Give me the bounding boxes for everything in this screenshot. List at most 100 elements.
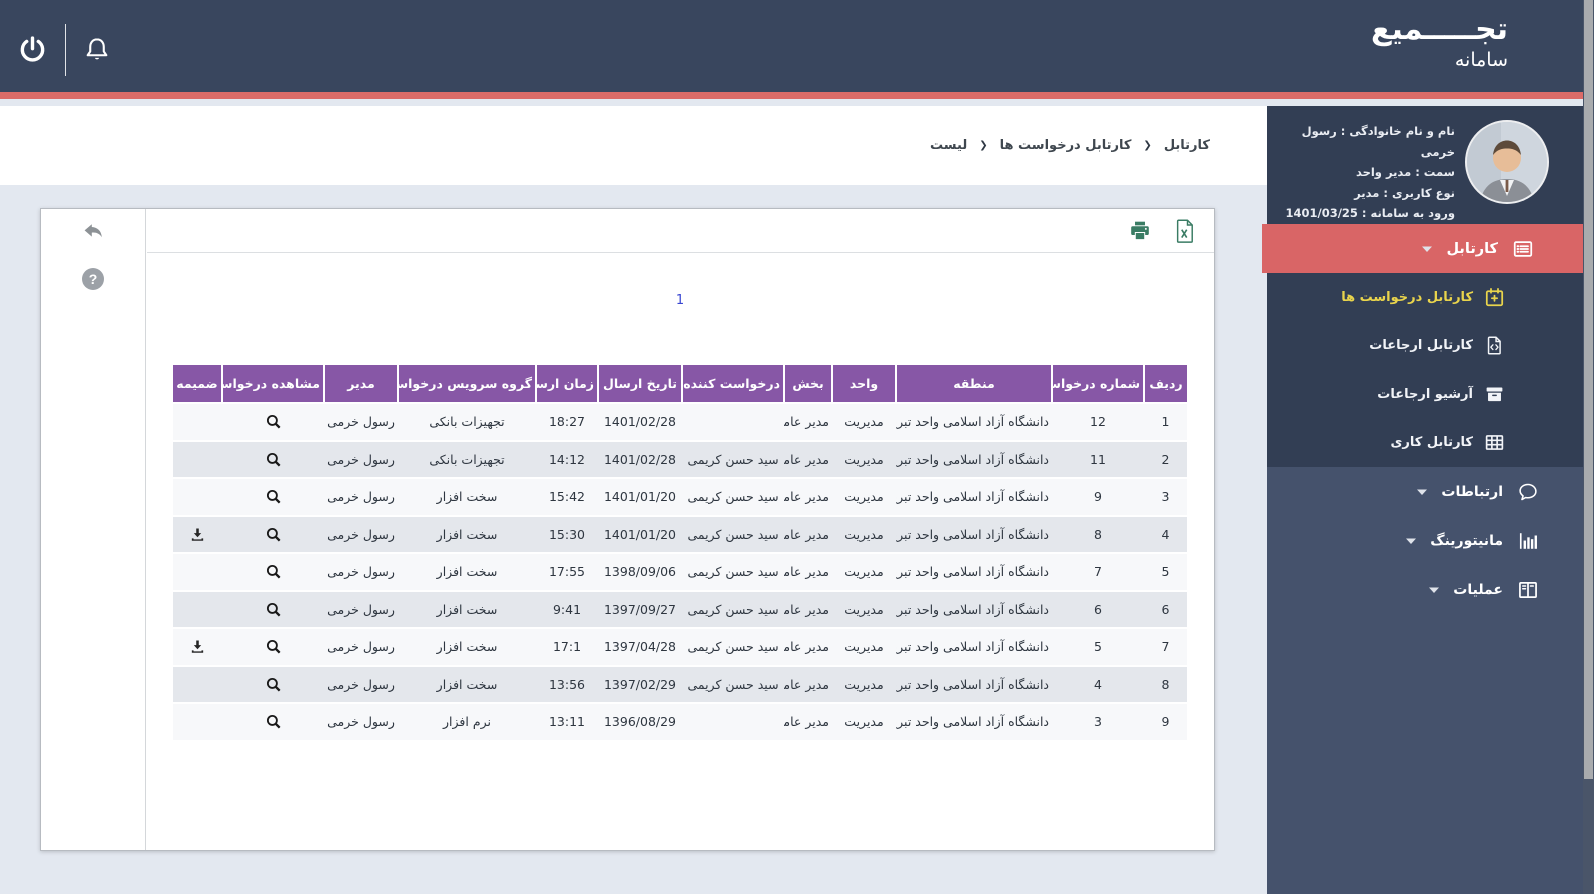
user-role: نوع کاربری : مدیر bbox=[1354, 185, 1455, 200]
cell-service_group: سخت افزار bbox=[398, 515, 536, 554]
table-row: 7 5 دانشگاه آزاد اسلامی واحد تبریز مدیریت مد… bbox=[173, 628, 1187, 667]
cell-request_no: 4 bbox=[1052, 665, 1144, 704]
cell-send_time: 9:41 bbox=[536, 590, 598, 629]
print-button[interactable] bbox=[1128, 219, 1152, 242]
pagination: 1 bbox=[173, 289, 1187, 308]
sidebar-item-label: آرشیو ارجاعات bbox=[1377, 386, 1473, 402]
magnifier-icon bbox=[266, 452, 281, 467]
page-number-link[interactable]: 1 bbox=[676, 293, 684, 308]
power-button[interactable] bbox=[18, 35, 47, 64]
breadcrumb-item-requests[interactable]: کارتابل درخواست ها bbox=[1000, 138, 1132, 153]
back-button[interactable] bbox=[80, 220, 107, 244]
cell-region: دانشگاه آزاد اسلامی واحد تبریز bbox=[896, 628, 1052, 667]
sidebar-item-requests-cartable[interactable]: کارتابل درخواست ها bbox=[1267, 273, 1583, 322]
column-header: ردیف bbox=[1143, 365, 1187, 404]
cell-attachment bbox=[173, 403, 222, 442]
cell-send_date: 1401/02/28 bbox=[598, 440, 682, 479]
view-request-button[interactable] bbox=[264, 600, 283, 619]
cell-view bbox=[222, 628, 324, 667]
cell-service_group: تجهیزات بانکی bbox=[398, 440, 536, 479]
cell-section: مدیر عامل bbox=[784, 590, 832, 629]
breadcrumb-item-list[interactable]: لیست bbox=[930, 138, 967, 153]
download-attachment-button[interactable] bbox=[189, 638, 206, 655]
cartable-submenu: کارتابل درخواست ها کارتابل ارجاعات آرشیو… bbox=[1267, 273, 1583, 467]
export-excel-button[interactable] bbox=[1174, 219, 1195, 243]
sidebar-item-label: کارتابل کاری bbox=[1390, 435, 1473, 451]
cell-attachment bbox=[173, 478, 222, 517]
table-body: 1 12 دانشگاه آزاد اسلامی واحد تبریز مدیریت م… bbox=[173, 403, 1187, 742]
cell-send_date: 1397/04/28 bbox=[598, 628, 682, 667]
sidebar-item-label: کارتابل bbox=[1446, 240, 1498, 257]
sidebar-item-referrals-cartable[interactable]: کارتابل ارجاعات bbox=[1267, 322, 1583, 371]
cell-section: مدیر عامل bbox=[784, 515, 832, 554]
cell-send_time: 15:30 bbox=[536, 515, 598, 554]
cell-send_date: 1401/01/20 bbox=[598, 515, 682, 554]
bell-icon bbox=[86, 37, 108, 59]
back-arrow-icon bbox=[84, 224, 102, 238]
cell-requester: سید حسن کریمی bbox=[682, 628, 784, 667]
view-request-button[interactable] bbox=[264, 675, 283, 694]
cell-attachment bbox=[173, 628, 222, 667]
archive-icon bbox=[1486, 387, 1503, 401]
view-request-button[interactable] bbox=[264, 562, 283, 581]
view-request-button[interactable] bbox=[264, 487, 283, 506]
view-request-button[interactable] bbox=[264, 450, 283, 469]
cell-region: دانشگاه آزاد اسلامی واحد تبریز bbox=[896, 665, 1052, 704]
cell-manager: رسول خرمی bbox=[324, 703, 398, 742]
magnifier-icon bbox=[266, 640, 281, 654]
chevron-down-icon bbox=[1429, 587, 1440, 593]
user-fullname: نام و نام خانوادگی : رسول خرمی bbox=[1301, 124, 1455, 159]
sidebar-item-monitoring[interactable]: مانیتورینگ bbox=[1267, 516, 1583, 565]
view-request-button[interactable] bbox=[264, 712, 283, 731]
help-button[interactable]: ? bbox=[82, 268, 104, 290]
cell-section: مدیر عامل bbox=[784, 440, 832, 479]
sidebar-item-operations[interactable]: عملیات bbox=[1267, 565, 1583, 614]
cell-unit: مدیریت bbox=[832, 628, 896, 667]
column-header: تاریخ ارسال bbox=[597, 365, 682, 404]
cell-requester: سید حسن کریمی bbox=[682, 665, 784, 704]
user-info-panel: نام و نام خانوادگی : رسول خرمی سمت : مدی… bbox=[1267, 106, 1583, 241]
sidebar-item-communications[interactable]: ارتباطات bbox=[1267, 467, 1583, 516]
table-row: 3 9 دانشگاه آزاد اسلامی واحد تبریز مدیریت مد… bbox=[173, 478, 1187, 517]
cell-unit: مدیریت bbox=[832, 440, 896, 479]
avatar bbox=[1465, 120, 1549, 204]
view-request-button[interactable] bbox=[264, 637, 283, 656]
cell-attachment bbox=[173, 665, 222, 704]
app-root: { "app": { "logo_title": "تجـــــمیع", "… bbox=[0, 0, 1594, 894]
sidebar-item-work-cartable[interactable]: کارتابل کاری bbox=[1267, 419, 1583, 468]
window-scrollbar bbox=[1583, 0, 1594, 894]
sidebar-item-cartable[interactable]: کارتابل bbox=[1262, 224, 1583, 273]
scrollbar-thumb[interactable] bbox=[1584, 0, 1593, 779]
cell-requester bbox=[682, 403, 784, 442]
cell-radif: 9 bbox=[1144, 703, 1187, 742]
cell-region: دانشگاه آزاد اسلامی واحد تبریز bbox=[896, 515, 1052, 554]
cell-send_time: 14:12 bbox=[536, 440, 598, 479]
cell-section: مدیر عامل bbox=[784, 703, 832, 742]
notifications-button[interactable] bbox=[83, 36, 111, 64]
breadcrumb-item-cartable[interactable]: کارتابل bbox=[1164, 138, 1210, 153]
cell-service_group: سخت افزار bbox=[398, 553, 536, 592]
cell-request_no: 5 bbox=[1052, 628, 1144, 667]
cell-service_group: سخت افزار bbox=[398, 665, 536, 704]
top-header: تجـــــمیع سامانه bbox=[0, 0, 1594, 99]
view-request-button[interactable] bbox=[264, 525, 283, 544]
requests-table: ردیفشماره درخواستمنطقهواحدبخشدرخواست کنن… bbox=[173, 365, 1187, 742]
cell-requester: سید حسن کریمی bbox=[682, 478, 784, 517]
table-row: 2 11 دانشگاه آزاد اسلامی واحد تبریز مدیریت م… bbox=[173, 440, 1187, 479]
cell-request_no: 3 bbox=[1052, 703, 1144, 742]
cell-section: مدیر عامل bbox=[784, 478, 832, 517]
cell-manager: رسول خرمی bbox=[324, 590, 398, 629]
download-icon bbox=[191, 528, 204, 541]
view-request-button[interactable] bbox=[264, 412, 283, 431]
file-code-icon bbox=[1487, 336, 1501, 355]
cell-request_no: 6 bbox=[1052, 590, 1144, 629]
cell-view bbox=[222, 403, 324, 442]
avatar-photo bbox=[1467, 122, 1547, 202]
download-attachment-button[interactable] bbox=[189, 526, 206, 543]
sidebar-item-referrals-archive[interactable]: آرشیو ارجاعات bbox=[1267, 370, 1583, 419]
cell-radif: 4 bbox=[1144, 515, 1187, 554]
magnifier-icon bbox=[266, 602, 281, 617]
app-logo-title: تجـــــمیع bbox=[1370, 12, 1508, 47]
breadcrumb-separator-icon: ❮ bbox=[1143, 140, 1152, 151]
breadcrumb-separator-icon: ❮ bbox=[979, 140, 988, 151]
